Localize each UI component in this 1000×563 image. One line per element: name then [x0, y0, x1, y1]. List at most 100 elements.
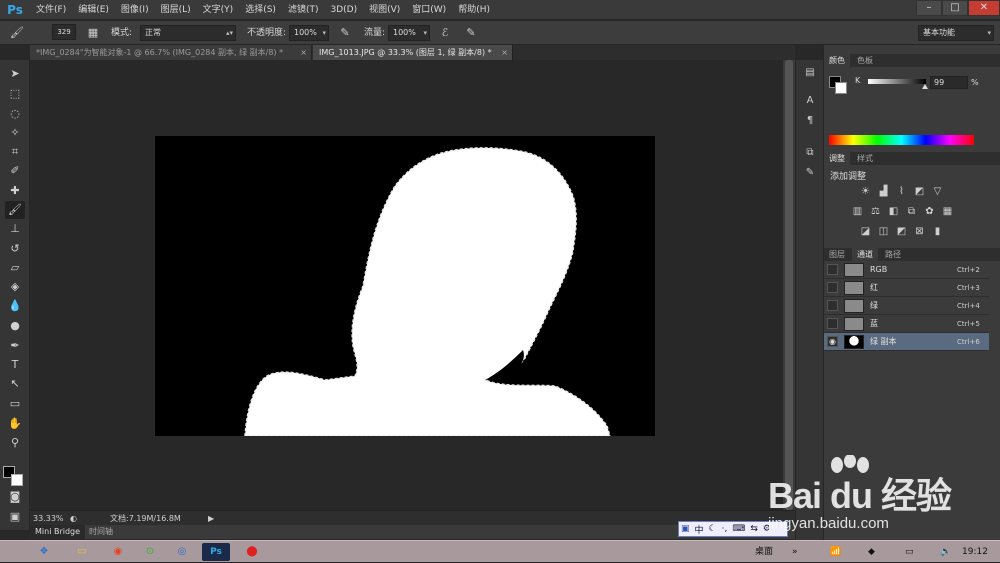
brush-panel-toggle-icon[interactable]: ▦: [84, 24, 102, 42]
pressure-size-icon[interactable]: ✎: [462, 24, 480, 42]
crop-tool-icon[interactable]: ⌗: [5, 143, 25, 161]
character-panel-icon[interactable]: A: [801, 93, 819, 109]
clone-stamp-tool-icon[interactable]: ⊥: [5, 220, 25, 238]
flow-input[interactable]: 100% ▾: [388, 25, 430, 41]
healing-brush-tool-icon[interactable]: ✚: [5, 182, 25, 200]
color-balance-icon[interactable]: ⚖: [869, 205, 882, 218]
clone-source-icon[interactable]: ⧉: [801, 145, 819, 161]
curves-icon[interactable]: ⌇: [895, 185, 908, 198]
tab-color[interactable]: 颜色: [824, 54, 850, 67]
tab-layers[interactable]: 图层: [824, 248, 850, 261]
pressure-opacity-icon[interactable]: ✎: [336, 24, 354, 42]
ime-mode[interactable]: 中: [695, 523, 704, 536]
scroll-thumb[interactable]: [785, 60, 793, 510]
tab-img1013[interactable]: IMG_1013.JPG @ 33.3% (图层 1, 绿 副本/8) * ×: [313, 45, 513, 60]
visibility-toggle[interactable]: [827, 318, 838, 329]
workspace-select[interactable]: 基本功能 ▾: [918, 25, 994, 41]
opacity-input[interactable]: 100% ▾: [289, 25, 329, 41]
zoom-tool-icon[interactable]: ⚲: [5, 434, 25, 452]
channel-row[interactable]: ◉ 绿 副本 Ctrl+6: [824, 333, 989, 351]
menu-layer[interactable]: 图层(L): [155, 0, 197, 20]
history-panel-icon[interactable]: ▤: [801, 65, 819, 81]
menu-window[interactable]: 窗口(W): [406, 0, 452, 20]
start-orb-icon[interactable]: ❖: [30, 543, 58, 561]
tab-styles[interactable]: 样式: [852, 152, 878, 165]
menu-file[interactable]: 文件(F): [30, 0, 72, 20]
selective-color-icon[interactable]: ⊠: [913, 225, 926, 238]
dodge-tool-icon[interactable]: ●: [5, 317, 25, 335]
color-spectrum[interactable]: [829, 135, 974, 145]
levels-icon[interactable]: ▟: [877, 185, 890, 198]
menu-type[interactable]: 文字(Y): [197, 0, 240, 20]
photo-filter-icon[interactable]: ⧉: [905, 205, 918, 218]
channel-row[interactable]: RGB Ctrl+2: [824, 261, 989, 279]
mode-select[interactable]: 正常 ▴▾: [140, 25, 236, 41]
tab-paths[interactable]: 路径: [880, 248, 906, 261]
quick-select-tool-icon[interactable]: ✧: [5, 124, 25, 142]
path-select-tool-icon[interactable]: ↖: [5, 375, 25, 393]
brush-size-picker[interactable]: 329: [52, 24, 76, 40]
menu-view[interactable]: 视图(V): [363, 0, 406, 20]
background-color-swatch[interactable]: [11, 474, 23, 486]
photoshop-icon[interactable]: Ps: [202, 543, 230, 561]
pen-tool-icon[interactable]: ✒: [5, 337, 25, 355]
black-white-icon[interactable]: ◧: [887, 205, 900, 218]
marquee-tool-icon[interactable]: ⬚: [5, 85, 25, 103]
channel-row[interactable]: 红 Ctrl+3: [824, 279, 989, 297]
app-red-icon[interactable]: ⬤: [238, 543, 266, 561]
exposure-icon[interactable]: ◩: [913, 185, 926, 198]
menu-filter[interactable]: 滤镜(T): [282, 0, 325, 20]
ime-moon-icon[interactable]: ☾: [709, 524, 717, 534]
invert-icon[interactable]: ◪: [859, 225, 872, 238]
eyedropper-tool-icon[interactable]: ✐: [5, 162, 25, 180]
blur-tool-icon[interactable]: 💧: [5, 297, 25, 315]
color-lookup-icon[interactable]: ▦: [941, 205, 954, 218]
status-info-icon[interactable]: ◐: [70, 511, 77, 526]
menu-image[interactable]: 图像(I): [115, 0, 155, 20]
ime-logo-icon[interactable]: ▣: [681, 524, 690, 534]
tab-swatches[interactable]: 色板: [852, 54, 878, 67]
volume-icon[interactable]: 🔈: [940, 541, 951, 563]
vertical-scrollbar[interactable]: [783, 60, 795, 510]
chrome-icon[interactable]: ◎: [168, 543, 196, 561]
background-swatch[interactable]: [835, 82, 847, 94]
eraser-tool-icon[interactable]: ▱: [5, 259, 25, 277]
k-slider[interactable]: [868, 79, 926, 84]
tab-img0284[interactable]: *IMG_0284"为智能对象-1 @ 66.7% (IMG_0284 副本, …: [30, 45, 312, 60]
tab-timeline[interactable]: 时间轴: [84, 525, 118, 539]
browser-360-icon[interactable]: ⊙: [136, 543, 164, 561]
minimize-button[interactable]: –: [916, 0, 942, 16]
visibility-toggle[interactable]: [827, 264, 838, 275]
eye-icon[interactable]: ◉: [827, 336, 838, 347]
channel-row[interactable]: 蓝 Ctrl+5: [824, 315, 989, 333]
brush-presets-icon[interactable]: ✎: [801, 165, 819, 181]
tab-channels[interactable]: 通道: [852, 248, 878, 261]
zoom-level[interactable]: 33.33%: [33, 511, 64, 526]
clock[interactable]: 19:12: [962, 541, 988, 563]
tray-arrows-icon[interactable]: »: [792, 541, 798, 563]
paint-bucket-tool-icon[interactable]: ◈: [5, 278, 25, 296]
vibrance-icon[interactable]: ▽: [931, 185, 944, 198]
quick-mask-icon[interactable]: ◙: [5, 488, 25, 506]
visibility-toggle[interactable]: [827, 300, 838, 311]
document-image[interactable]: [155, 136, 655, 437]
rectangle-tool-icon[interactable]: ▭: [5, 395, 25, 413]
media-icon[interactable]: ◉: [104, 543, 132, 561]
network-icon[interactable]: 📶: [830, 541, 841, 563]
move-tool-icon[interactable]: ➤: [5, 65, 25, 83]
gradient-map-icon[interactable]: ▮: [931, 225, 944, 238]
menu-3d[interactable]: 3D(D): [324, 0, 363, 20]
k-value-input[interactable]: 99: [930, 76, 968, 89]
tab-adjustments[interactable]: 调整: [824, 152, 850, 165]
ime-punct-icon[interactable]: ·,: [722, 524, 728, 534]
posterize-icon[interactable]: ◫: [877, 225, 890, 238]
threshold-icon[interactable]: ◩: [895, 225, 908, 238]
channel-mixer-icon[interactable]: ✿: [923, 205, 936, 218]
menu-edit[interactable]: 编辑(E): [72, 0, 115, 20]
hand-tool-icon[interactable]: ✋: [5, 415, 25, 433]
screen-mode-icon[interactable]: ▣: [5, 508, 25, 526]
tray-app-icon[interactable]: ◆: [868, 541, 875, 563]
battery-icon[interactable]: ▭: [905, 541, 914, 563]
type-tool-icon[interactable]: T: [5, 356, 25, 374]
hue-saturation-icon[interactable]: ▥: [851, 205, 864, 218]
